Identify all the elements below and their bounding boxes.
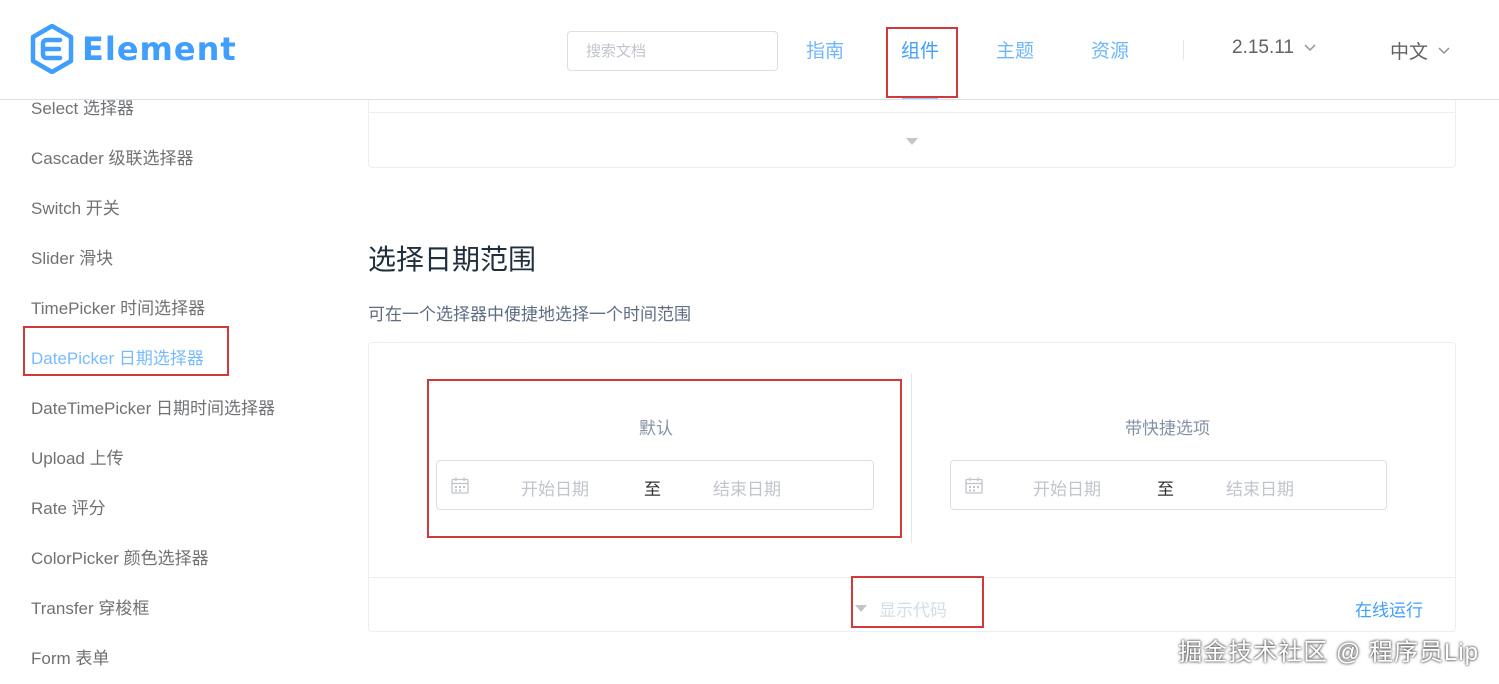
element-logo-icon (30, 24, 74, 74)
sidebar-item-cascader[interactable]: Cascader 级联选择器 (31, 144, 193, 169)
end-date-input[interactable]: 结束日期 (713, 475, 781, 500)
caret-down-icon (855, 605, 867, 612)
sidebar-item-colorpicker[interactable]: ColorPicker 颜色选择器 (31, 544, 209, 569)
sidebar-item-upload[interactable]: Upload 上传 (31, 444, 124, 469)
language-dropdown[interactable]: 中文 (1390, 37, 1450, 64)
nav-component[interactable]: 组件 (901, 36, 939, 63)
demo-label-shortcuts: 带快捷选项 (1125, 419, 1210, 438)
sidebar-item-slider[interactable]: Slider 滑块 (31, 244, 113, 269)
range-separator: 至 (1157, 480, 1174, 499)
show-code-button[interactable]: 显示代码 (855, 596, 947, 621)
section-description: 可在一个选择器中便捷地选择一个时间范围 (368, 305, 691, 324)
watermark-text: 掘金技术社区 @ 程序员Lip (1178, 639, 1479, 666)
nav-theme[interactable]: 主题 (996, 36, 1034, 63)
calendar-icon (451, 477, 469, 494)
previous-demo-block (368, 100, 1456, 168)
page: Element 指南 组件 主题 资源 2.15.11 中文 Select 选择… (0, 0, 1499, 684)
sidebar: Select 选择器 Cascader 级联选择器 Switch 开关 Slid… (0, 100, 340, 684)
version-label: 2.15.11 (1232, 37, 1294, 58)
demo-divider-line (369, 112, 1455, 113)
caret-down-icon[interactable] (906, 138, 918, 145)
demo-footer: 显示代码 在线运行 (369, 577, 1455, 632)
start-date-input[interactable]: 开始日期 (521, 475, 589, 500)
nav-guide[interactable]: 指南 (806, 36, 844, 63)
search-input[interactable] (567, 31, 778, 71)
run-online-link[interactable]: 在线运行 (1355, 596, 1423, 621)
demo-column-divider (911, 373, 912, 543)
sidebar-item-datetimepicker[interactable]: DateTimePicker 日期时间选择器 (31, 394, 275, 419)
nav-resource[interactable]: 资源 (1091, 36, 1129, 63)
end-date-input[interactable]: 结束日期 (1226, 475, 1294, 500)
sidebar-item-rate[interactable]: Rate 评分 (31, 494, 106, 519)
nav-divider (1183, 40, 1184, 60)
sidebar-item-select[interactable]: Select 选择器 (31, 100, 134, 119)
language-label: 中文 (1390, 42, 1429, 63)
top-header: Element 指南 组件 主题 资源 2.15.11 中文 (0, 0, 1499, 100)
logo[interactable]: Element (30, 24, 237, 74)
demo-label-default: 默认 (639, 419, 673, 438)
start-date-input[interactable]: 开始日期 (1033, 475, 1101, 500)
range-separator: 至 (644, 480, 661, 499)
sidebar-item-timepicker[interactable]: TimePicker 时间选择器 (31, 294, 205, 319)
chevron-down-icon (1438, 46, 1450, 54)
sidebar-item-transfer[interactable]: Transfer 穿梭框 (31, 594, 149, 619)
version-dropdown[interactable]: 2.15.11 (1232, 37, 1316, 59)
date-range-picker-default[interactable]: 开始日期 至 结束日期 (436, 460, 874, 510)
section-title: 选择日期范围 (368, 244, 537, 275)
calendar-icon (965, 477, 983, 494)
show-code-label: 显示代码 (879, 601, 947, 620)
sidebar-item-form[interactable]: Form 表单 (31, 644, 109, 669)
sidebar-item-datepicker[interactable]: DatePicker 日期选择器 (31, 344, 204, 369)
sidebar-item-switch[interactable]: Switch 开关 (31, 194, 120, 219)
chevron-down-icon (1304, 44, 1316, 52)
nav-active-indicator (902, 96, 938, 99)
logo-text: Element (82, 30, 237, 68)
date-range-picker-shortcuts[interactable]: 开始日期 至 结束日期 (950, 460, 1387, 510)
date-range-demo: 默认 带快捷选项 开始日期 至 结束日期 开始日期 至 结束日期 显示代码 在线… (368, 342, 1456, 632)
